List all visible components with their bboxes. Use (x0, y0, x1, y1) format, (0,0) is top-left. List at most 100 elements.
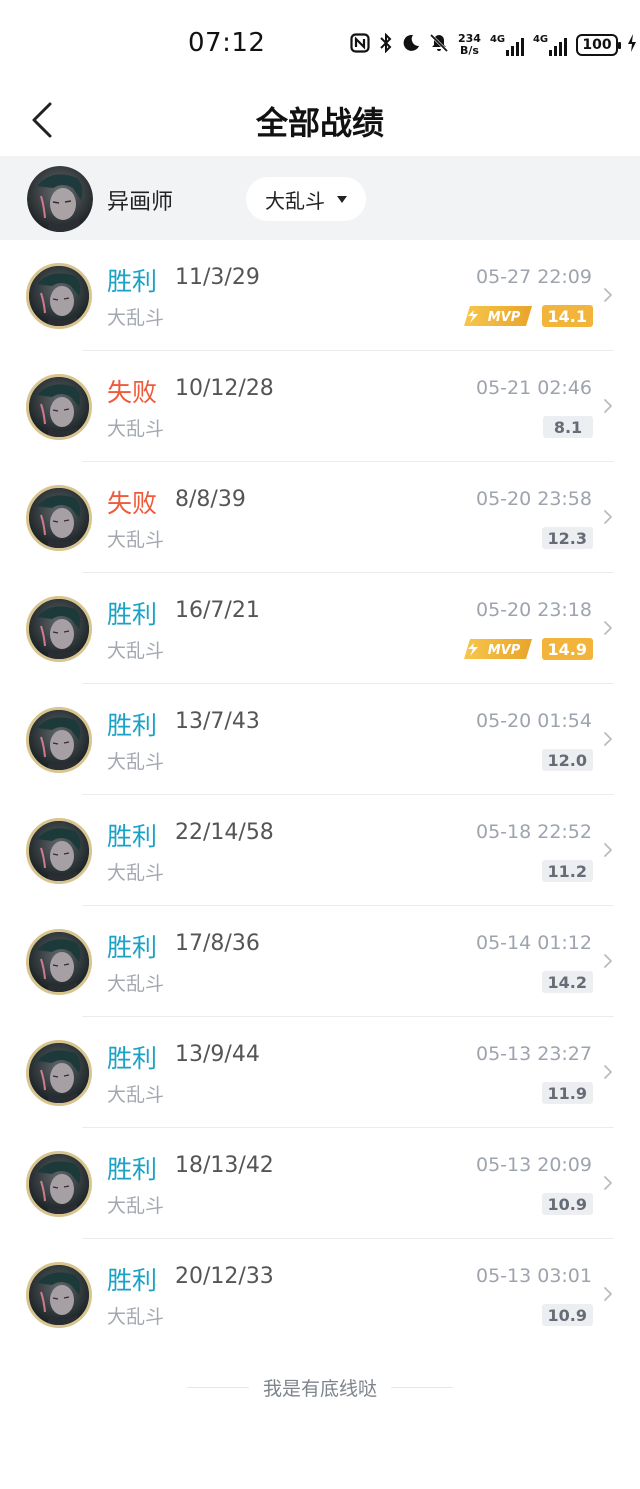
page-title: 全部战绩 (255, 104, 384, 142)
battery-level: 100 (582, 37, 612, 53)
signal-icon: 4G (490, 34, 524, 56)
mode-filter-label: 大乱斗 (265, 188, 325, 213)
match-mode: 大乱斗 (107, 973, 165, 995)
match-score: 10.9 (541, 1304, 593, 1326)
match-time: 05-21 02:46 (475, 377, 592, 399)
status-time: 07:12 (188, 28, 266, 58)
match-score: 11.9 (541, 1082, 593, 1104)
avatar (26, 596, 92, 662)
sim1-label: 4G (489, 34, 506, 45)
match-row[interactable]: 失败 10/12/28 大乱斗 05-21 02:46 8.1 (0, 351, 640, 462)
moon-icon (402, 34, 420, 56)
mvp-badge-icon: MVP (464, 639, 532, 659)
hero-portrait-icon (29, 377, 89, 437)
match-kda: 17/8/36 (175, 931, 260, 956)
hero-portrait-icon (29, 821, 89, 881)
chevron-right-icon (604, 1287, 612, 1301)
match-result: 胜利 (107, 600, 158, 629)
hero-portrait-icon (29, 488, 89, 548)
match-score: 14.1 (541, 305, 593, 327)
divider (391, 1386, 453, 1388)
match-row[interactable]: 胜利 16/7/21 大乱斗 05-20 23:18 MVP 14.9 (0, 573, 640, 684)
match-mode: 大乱斗 (107, 529, 165, 551)
bluetooth-icon (379, 32, 393, 57)
header: 全部战绩 (0, 88, 640, 156)
hero-portrait-icon (29, 710, 89, 770)
match-mode: 大乱斗 (107, 1195, 165, 1217)
match-kda: 13/7/43 (175, 709, 260, 734)
match-time: 05-27 22:09 (475, 266, 592, 288)
chevron-right-icon (604, 288, 612, 302)
match-row[interactable]: 胜利 22/14/58 大乱斗 05-18 22:52 11.2 (0, 795, 640, 906)
charging-icon (627, 33, 637, 57)
mode-filter-dropdown[interactable]: 大乱斗 (246, 177, 366, 221)
avatar (26, 1040, 92, 1106)
chevron-right-icon (604, 732, 612, 746)
match-result: 胜利 (107, 1155, 158, 1184)
avatar (26, 818, 92, 884)
avatar (26, 1151, 92, 1217)
status-bar: 07:12 234 B/s 4G 4G 100 (0, 0, 640, 88)
match-mode: 大乱斗 (107, 307, 165, 329)
player-name: 异画师 (107, 190, 174, 215)
signal-icon-2: 4G (533, 34, 567, 56)
status-icons: 234 B/s 4G 4G 100 (350, 30, 637, 60)
match-result: 失败 (107, 489, 158, 518)
match-row[interactable]: 胜利 11/3/29 大乱斗 05-27 22:09 MVP 14.1 (0, 240, 640, 351)
sim2-label: 4G (532, 34, 549, 45)
chevron-right-icon (604, 1065, 612, 1079)
hero-portrait-icon (29, 1265, 89, 1325)
match-score: 10.9 (541, 1193, 593, 1215)
mvp-badge-icon: MVP (464, 306, 532, 326)
mvp-label: MVP (488, 310, 521, 325)
match-result: 胜利 (107, 822, 158, 851)
match-time: 05-13 03:01 (475, 1265, 592, 1287)
battery-icon: 100 (575, 34, 621, 56)
match-row[interactable]: 胜利 20/12/33 大乱斗 05-13 03:01 10.9 (0, 1239, 640, 1350)
mvp-label: MVP (488, 643, 521, 658)
chevron-right-icon (604, 1176, 612, 1190)
match-result: 胜利 (107, 933, 158, 962)
match-score: 8.1 (543, 416, 593, 438)
chevron-right-icon (604, 510, 612, 524)
match-row[interactable]: 胜利 13/9/44 大乱斗 05-13 23:27 11.9 (0, 1017, 640, 1128)
profile-bar: 异画师 大乱斗 (0, 156, 640, 240)
match-mode: 大乱斗 (107, 862, 165, 884)
match-kda: 18/13/42 (175, 1153, 274, 1178)
list-end-note: 我是有底线哒 (0, 1372, 640, 1402)
chevron-right-icon (604, 843, 612, 857)
match-mode: 大乱斗 (107, 1306, 165, 1328)
match-score: 14.2 (541, 971, 593, 993)
avatar (26, 707, 92, 773)
chevron-right-icon (604, 399, 612, 413)
network-speed: 234 B/s (458, 33, 481, 57)
hero-portrait-icon (27, 166, 93, 232)
hero-portrait-icon (29, 266, 89, 326)
hero-portrait-icon (29, 1043, 89, 1103)
mvp-badge: MVP (464, 304, 534, 328)
match-kda: 20/12/33 (175, 1264, 274, 1289)
mvp-badge: MVP (464, 637, 534, 661)
hero-portrait-icon (29, 932, 89, 992)
match-kda: 8/8/39 (175, 487, 246, 512)
chevron-right-icon (604, 621, 612, 635)
match-mode: 大乱斗 (107, 751, 165, 773)
match-row[interactable]: 胜利 13/7/43 大乱斗 05-20 01:54 12.0 (0, 684, 640, 795)
bell-muted-icon (429, 33, 449, 57)
match-time: 05-13 23:27 (475, 1043, 592, 1065)
avatar (26, 374, 92, 440)
match-score: 14.9 (541, 638, 593, 660)
avatar[interactable] (27, 166, 93, 232)
match-time: 05-20 23:18 (475, 599, 592, 621)
match-result: 胜利 (107, 1044, 158, 1073)
net-speed-unit: B/s (460, 44, 479, 57)
match-result: 胜利 (107, 267, 158, 296)
footer-text: 我是有底线哒 (262, 1377, 377, 1400)
match-row[interactable]: 胜利 18/13/42 大乱斗 05-13 20:09 10.9 (0, 1128, 640, 1239)
avatar (26, 929, 92, 995)
match-score: 12.0 (541, 749, 593, 771)
match-row[interactable]: 失败 8/8/39 大乱斗 05-20 23:58 12.3 (0, 462, 640, 573)
match-time: 05-18 22:52 (475, 821, 592, 843)
match-row[interactable]: 胜利 17/8/36 大乱斗 05-14 01:12 14.2 (0, 906, 640, 1017)
avatar (26, 1262, 92, 1328)
